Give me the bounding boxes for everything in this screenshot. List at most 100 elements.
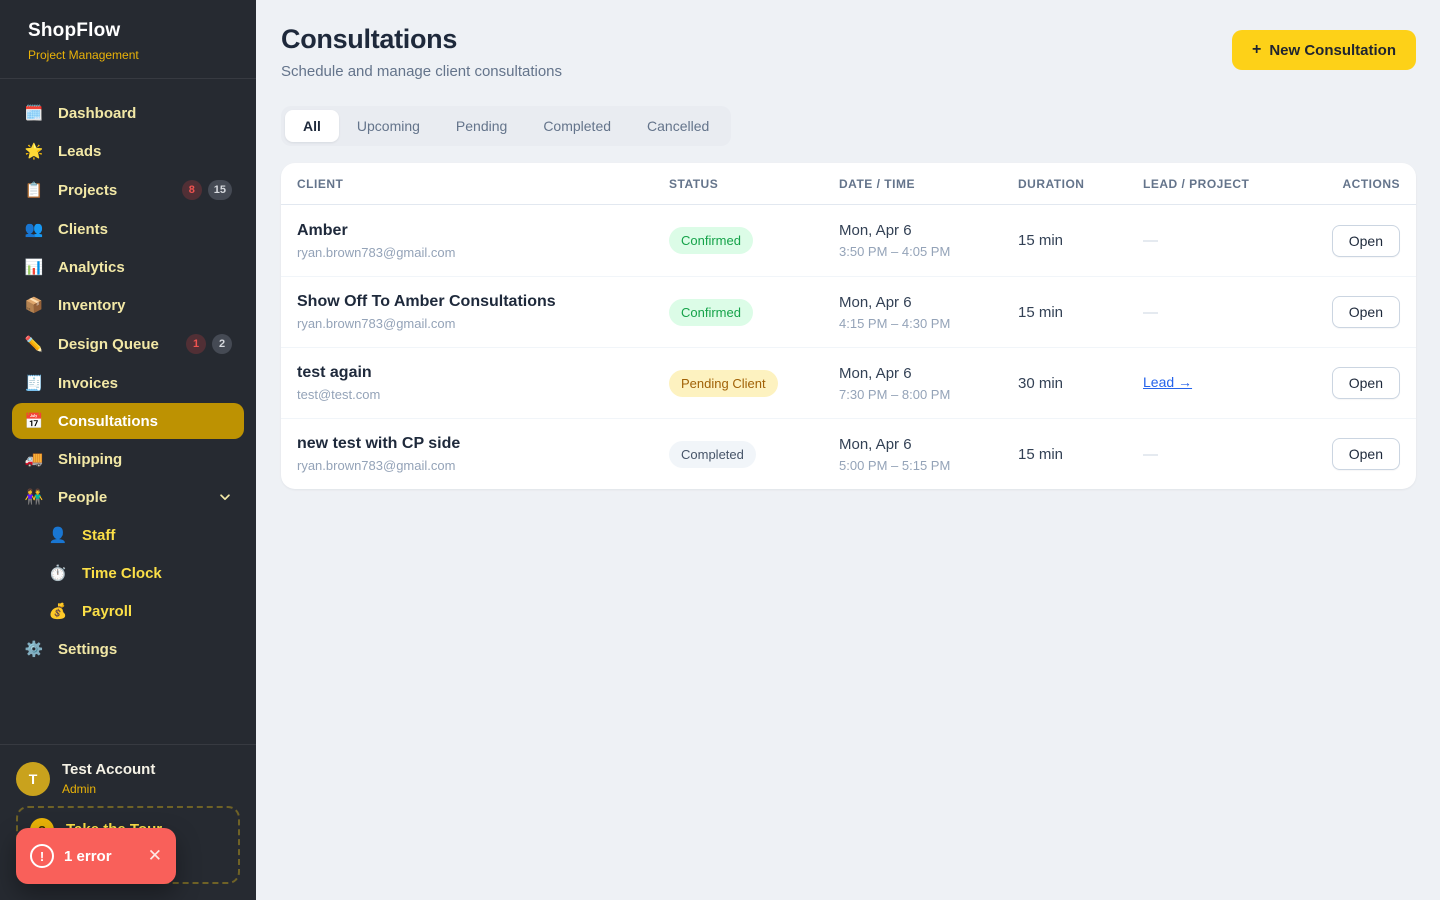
- sidebar-nav: 🗓️ Dashboard 🌟 Leads 📋 Projects 8 15 👥 C…: [0, 79, 256, 669]
- status-cell: Confirmed: [669, 227, 839, 254]
- sidebar-item-label: Inventory: [58, 297, 126, 314]
- actions-cell: Open: [1298, 367, 1400, 399]
- table-row: new test with CP side ryan.brown783@gmai…: [281, 418, 1416, 489]
- new-consultation-label: New Consultation: [1269, 42, 1396, 59]
- sidebar-item-label: Design Queue: [58, 336, 159, 353]
- date: Mon, Apr 6: [839, 294, 1018, 311]
- sidebar-item-inventory[interactable]: 📦 Inventory: [12, 287, 244, 323]
- tab-all[interactable]: All: [285, 110, 339, 142]
- column-header-actions: ACTIONS: [1298, 177, 1400, 191]
- open-button[interactable]: Open: [1332, 438, 1400, 470]
- sidebar-item-label: Clients: [58, 221, 108, 238]
- tab-completed[interactable]: Completed: [525, 110, 629, 142]
- duration: 15 min: [1018, 232, 1143, 249]
- client-cell: Amber ryan.brown783@gmail.com: [297, 222, 669, 260]
- status-badge: Pending Client: [669, 370, 778, 397]
- account-row[interactable]: T Test Account Admin: [16, 759, 240, 806]
- sidebar-item-label: Dashboard: [58, 105, 136, 122]
- sidebar-item-label: Consultations: [58, 413, 158, 430]
- error-toast-label: 1 error: [64, 848, 112, 865]
- status-badge: Confirmed: [669, 299, 753, 326]
- time-range: 4:15 PM – 4:30 PM: [839, 316, 1018, 331]
- sidebar: ShopFlow Project Management 🗓️ Dashboard…: [0, 0, 256, 900]
- exclamation-circle-icon: !: [30, 844, 54, 868]
- date: Mon, Apr 6: [839, 222, 1018, 239]
- sidebar-item-label: People: [58, 489, 107, 506]
- sidebar-item-invoices[interactable]: 🧾 Invoices: [12, 365, 244, 401]
- table-row: Show Off To Amber Consultations ryan.bro…: [281, 276, 1416, 347]
- client-cell: Show Off To Amber Consultations ryan.bro…: [297, 293, 669, 331]
- time-range: 3:50 PM – 4:05 PM: [839, 244, 1018, 259]
- lead-link[interactable]: Lead →: [1143, 374, 1192, 390]
- table-row: test again test@test.com Pending Client …: [281, 347, 1416, 418]
- count-badge: 15: [208, 180, 232, 200]
- sidebar-item-consultations[interactable]: 📅 Consultations: [12, 403, 244, 439]
- tab-pending[interactable]: Pending: [438, 110, 525, 142]
- tab-cancelled[interactable]: Cancelled: [629, 110, 727, 142]
- page-header: Consultations Schedule and manage client…: [281, 24, 1416, 80]
- actions-cell: Open: [1298, 225, 1400, 257]
- column-header-status: STATUS: [669, 177, 839, 191]
- sidebar-item-label: Payroll: [82, 603, 132, 620]
- two-people-icon: 👫: [24, 488, 44, 506]
- page-title: Consultations: [281, 24, 562, 55]
- lead-project: —: [1143, 232, 1298, 249]
- calendar-icon: 📅: [24, 412, 44, 430]
- sidebar-item-leads[interactable]: 🌟 Leads: [12, 133, 244, 169]
- client-email: ryan.brown783@gmail.com: [297, 316, 669, 331]
- table-row: Amber ryan.brown783@gmail.com Confirmed …: [281, 205, 1416, 276]
- sidebar-item-time-clock[interactable]: ⏱️ Time Clock: [36, 555, 244, 591]
- column-header-date-time: DATE / TIME: [839, 177, 1018, 191]
- client-cell: new test with CP side ryan.brown783@gmai…: [297, 435, 669, 473]
- sidebar-footer: T Test Account Admin ? Take the Tour ! 1…: [0, 744, 256, 900]
- duration: 15 min: [1018, 304, 1143, 321]
- tab-upcoming[interactable]: Upcoming: [339, 110, 438, 142]
- sidebar-item-settings[interactable]: ⚙️ Settings: [12, 631, 244, 667]
- money-bag-icon: 💰: [48, 602, 68, 620]
- close-icon[interactable]: ✕: [148, 846, 162, 866]
- actions-cell: Open: [1298, 296, 1400, 328]
- date-time-cell: Mon, Apr 6 4:15 PM – 4:30 PM: [839, 294, 1018, 331]
- open-button[interactable]: Open: [1332, 367, 1400, 399]
- lead-project: —: [1143, 446, 1298, 463]
- table-header-row: CLIENT STATUS DATE / TIME DURATION LEAD …: [281, 163, 1416, 205]
- open-button[interactable]: Open: [1332, 296, 1400, 328]
- bar-chart-icon: 📊: [24, 258, 44, 276]
- main-content: Consultations Schedule and manage client…: [256, 0, 1440, 900]
- sidebar-item-staff[interactable]: 👤 Staff: [36, 517, 244, 553]
- sidebar-item-design-queue[interactable]: ✏️ Design Queue 1 2: [12, 325, 244, 363]
- consultations-table-card: CLIENT STATUS DATE / TIME DURATION LEAD …: [281, 163, 1416, 489]
- client-email: ryan.brown783@gmail.com: [297, 458, 669, 473]
- error-toast: ! 1 error ✕: [16, 828, 176, 884]
- open-button[interactable]: Open: [1332, 225, 1400, 257]
- sidebar-item-analytics[interactable]: 📊 Analytics: [12, 249, 244, 285]
- sidebar-item-label: Analytics: [58, 259, 125, 276]
- sidebar-item-dashboard[interactable]: 🗓️ Dashboard: [12, 95, 244, 131]
- sidebar-item-label: Staff: [82, 527, 115, 544]
- count-badge: 2: [212, 334, 232, 354]
- sidebar-item-payroll[interactable]: 💰 Payroll: [36, 593, 244, 629]
- sidebar-item-label: Invoices: [58, 375, 118, 392]
- sidebar-item-shipping[interactable]: 🚚 Shipping: [12, 441, 244, 477]
- date-time-cell: Mon, Apr 6 3:50 PM – 4:05 PM: [839, 222, 1018, 259]
- account-role: Admin: [62, 782, 155, 796]
- duration: 15 min: [1018, 446, 1143, 463]
- sidebar-item-label: Shipping: [58, 451, 122, 468]
- time-range: 5:00 PM – 5:15 PM: [839, 458, 1018, 473]
- clipboard-icon: 📋: [24, 181, 44, 199]
- time-range: 7:30 PM – 8:00 PM: [839, 387, 1018, 402]
- account-name: Test Account: [62, 761, 155, 778]
- sidebar-item-projects[interactable]: 📋 Projects 8 15: [12, 171, 244, 209]
- bust-icon: 👤: [48, 526, 68, 544]
- sidebar-item-label: Leads: [58, 143, 101, 160]
- new-consultation-button[interactable]: + New Consultation: [1232, 30, 1416, 70]
- sidebar-item-clients[interactable]: 👥 Clients: [12, 211, 244, 247]
- status-badge: Completed: [669, 441, 756, 468]
- sidebar-item-people[interactable]: 👫 People: [12, 479, 244, 515]
- client-name: new test with CP side: [297, 435, 669, 453]
- date: Mon, Apr 6: [839, 365, 1018, 382]
- sidebar-item-label: Time Clock: [82, 565, 162, 582]
- pencil-icon: ✏️: [24, 335, 44, 353]
- status-cell: Confirmed: [669, 299, 839, 326]
- badge-group: 1 2: [186, 334, 232, 354]
